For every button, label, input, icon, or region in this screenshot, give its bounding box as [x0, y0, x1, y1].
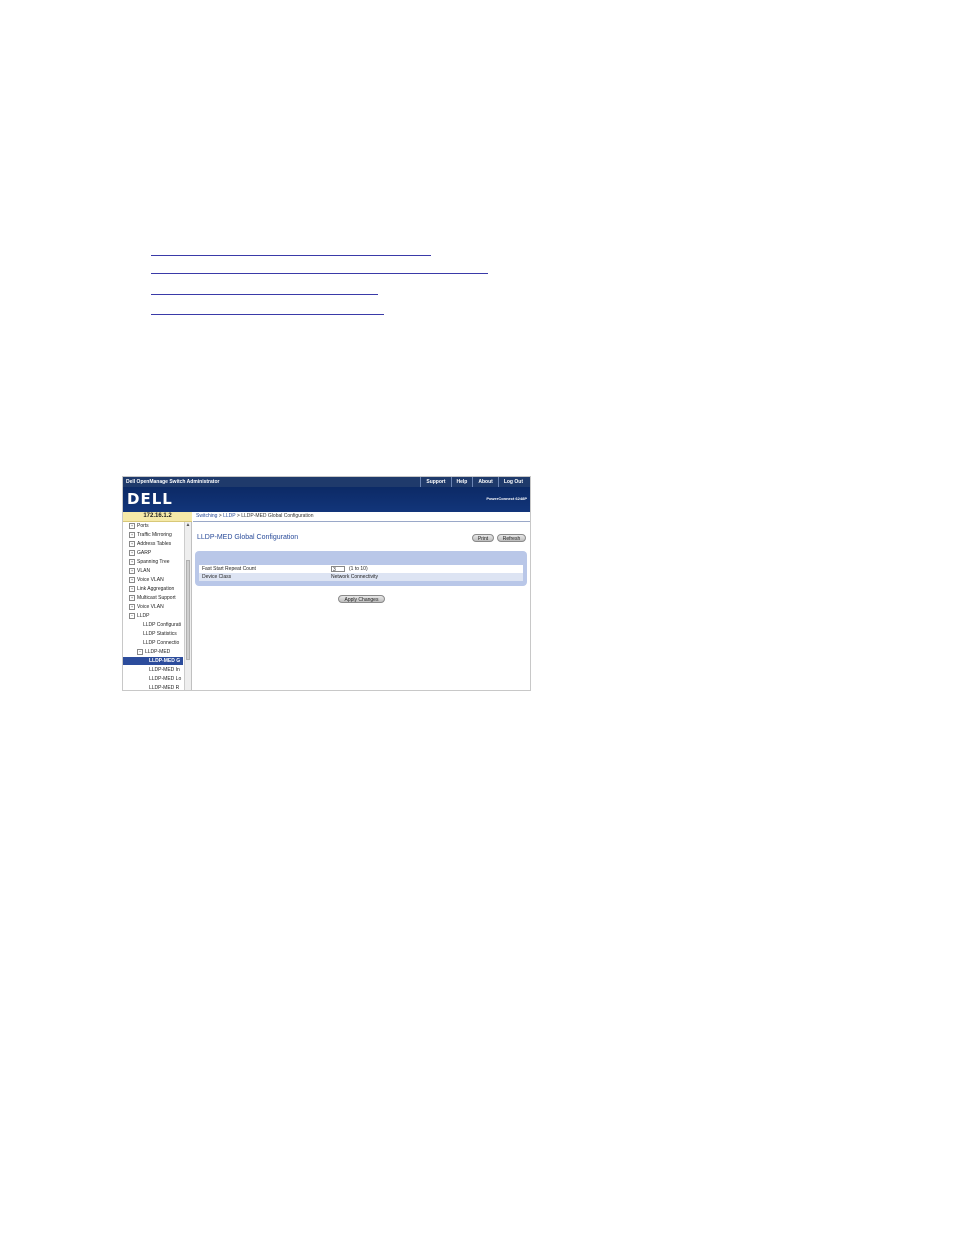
about-link[interactable]: About — [472, 477, 497, 487]
switch-admin-screenshot: Dell OpenManage Switch Administrator Sup… — [122, 476, 531, 691]
fast-start-input[interactable]: 3 — [331, 566, 345, 573]
collapse-icon[interactable]: − — [129, 612, 135, 619]
doc-link-2[interactable] — [151, 273, 488, 274]
doc-link-3[interactable] — [151, 294, 378, 295]
fast-start-label: Fast Start Repeat Count — [202, 566, 256, 572]
breadcrumb-switching[interactable]: Switching — [196, 513, 217, 519]
device-class-label: Device Class — [202, 574, 232, 580]
tree-item-lldp-med-remote[interactable]: LLDP-MED R — [149, 684, 185, 690]
expand-icon[interactable]: + — [129, 594, 135, 601]
breadcrumb: Switching > LLDP > LLDP-MED Global Confi… — [193, 512, 530, 522]
apply-changes-button[interactable]: Apply Changes — [338, 595, 385, 603]
banner: DELL PowerConnect 6248P — [123, 487, 530, 512]
tree-item-lldp-med[interactable]: − LLDP-MED — [137, 648, 185, 656]
expand-icon[interactable]: + — [129, 567, 135, 574]
sidebar-scrollbar[interactable]: ▲ — [184, 522, 191, 690]
nav-tree: + Ports + Traffic Mirroring + Address Table… — [123, 522, 192, 690]
expand-icon[interactable]: + — [129, 549, 135, 556]
ip-address: 172.16.1.2 — [123, 512, 192, 522]
tree-item-link-aggregation[interactable]: + Link Aggregation — [129, 585, 189, 593]
config-panel: Fast Start Repeat Count 3 (1 to 10) Devi… — [195, 551, 527, 586]
expand-icon[interactable]: + — [129, 540, 135, 547]
tree-item-lldp[interactable]: − LLDP — [129, 612, 189, 620]
tree-item-multicast-support[interactable]: + Multicast Support — [129, 594, 189, 602]
expand-icon[interactable]: + — [129, 531, 135, 538]
expand-icon[interactable]: + — [129, 576, 135, 583]
top-bar: Dell OpenManage Switch Administrator Sup… — [123, 477, 530, 487]
dell-logo: DELL — [127, 490, 173, 508]
expand-icon[interactable]: + — [129, 603, 135, 610]
tree-item-lldp-statistics[interactable]: LLDP Statistics — [143, 630, 185, 638]
refresh-button[interactable]: Refresh — [497, 534, 526, 542]
top-links: Support Help About Log Out — [420, 477, 528, 487]
fast-start-row: Fast Start Repeat Count 3 (1 to 10) — [199, 565, 523, 573]
tree-item-lldp-med-interface[interactable]: LLDP-MED In — [149, 666, 185, 674]
tree-item-lldp-configuration[interactable]: LLDP Configurati — [143, 621, 185, 629]
tree-item-lldp-connections[interactable]: LLDP Connectio — [143, 639, 185, 647]
app-title: Dell OpenManage Switch Administrator — [126, 479, 220, 485]
tree-item-lldp-med-local[interactable]: LLDP-MED Lo — [149, 675, 185, 683]
expand-icon[interactable]: + — [129, 558, 135, 565]
breadcrumb-lldp[interactable]: LLDP — [223, 513, 235, 519]
product-name: PowerConnect 6248P — [486, 496, 527, 501]
support-link[interactable]: Support — [420, 477, 450, 487]
tree-item-garp[interactable]: + GARP — [129, 549, 189, 557]
collapse-icon[interactable]: − — [137, 648, 143, 655]
tree-item-ports[interactable]: + Ports — [129, 522, 189, 530]
expand-icon[interactable]: + — [129, 585, 135, 592]
tree-item-vlan[interactable]: + VLAN — [129, 567, 189, 575]
tree-item-spanning-tree[interactable]: + Spanning Tree — [129, 558, 189, 566]
scroll-thumb[interactable] — [186, 560, 190, 660]
device-class-value: Network Connectivity — [331, 574, 378, 580]
tree-item-lldp-med-global[interactable]: LLDP-MED G — [123, 657, 183, 665]
tree-item-voice-vlan-2[interactable]: + Voice VLAN — [129, 603, 189, 611]
tree-item-traffic-mirroring[interactable]: + Traffic Mirroring — [129, 531, 189, 539]
device-class-row: Device Class Network Connectivity — [199, 573, 523, 581]
fast-start-range: (1 to 10) — [349, 566, 368, 572]
doc-link-1[interactable] — [151, 255, 431, 256]
page-title: LLDP-MED Global Configuration — [197, 534, 299, 541]
breadcrumb-current: LLDP-MED Global Configuration — [241, 513, 314, 519]
logout-link[interactable]: Log Out — [497, 477, 528, 487]
print-button[interactable]: Print — [472, 534, 494, 542]
expand-icon[interactable]: + — [129, 522, 135, 529]
scroll-up-icon[interactable]: ▲ — [185, 522, 191, 528]
doc-link-4[interactable] — [151, 314, 384, 315]
tree-item-voice-vlan[interactable]: + Voice VLAN — [129, 576, 189, 584]
help-link[interactable]: Help — [450, 477, 473, 487]
tree-item-address-tables[interactable]: + Address Tables — [129, 540, 189, 548]
